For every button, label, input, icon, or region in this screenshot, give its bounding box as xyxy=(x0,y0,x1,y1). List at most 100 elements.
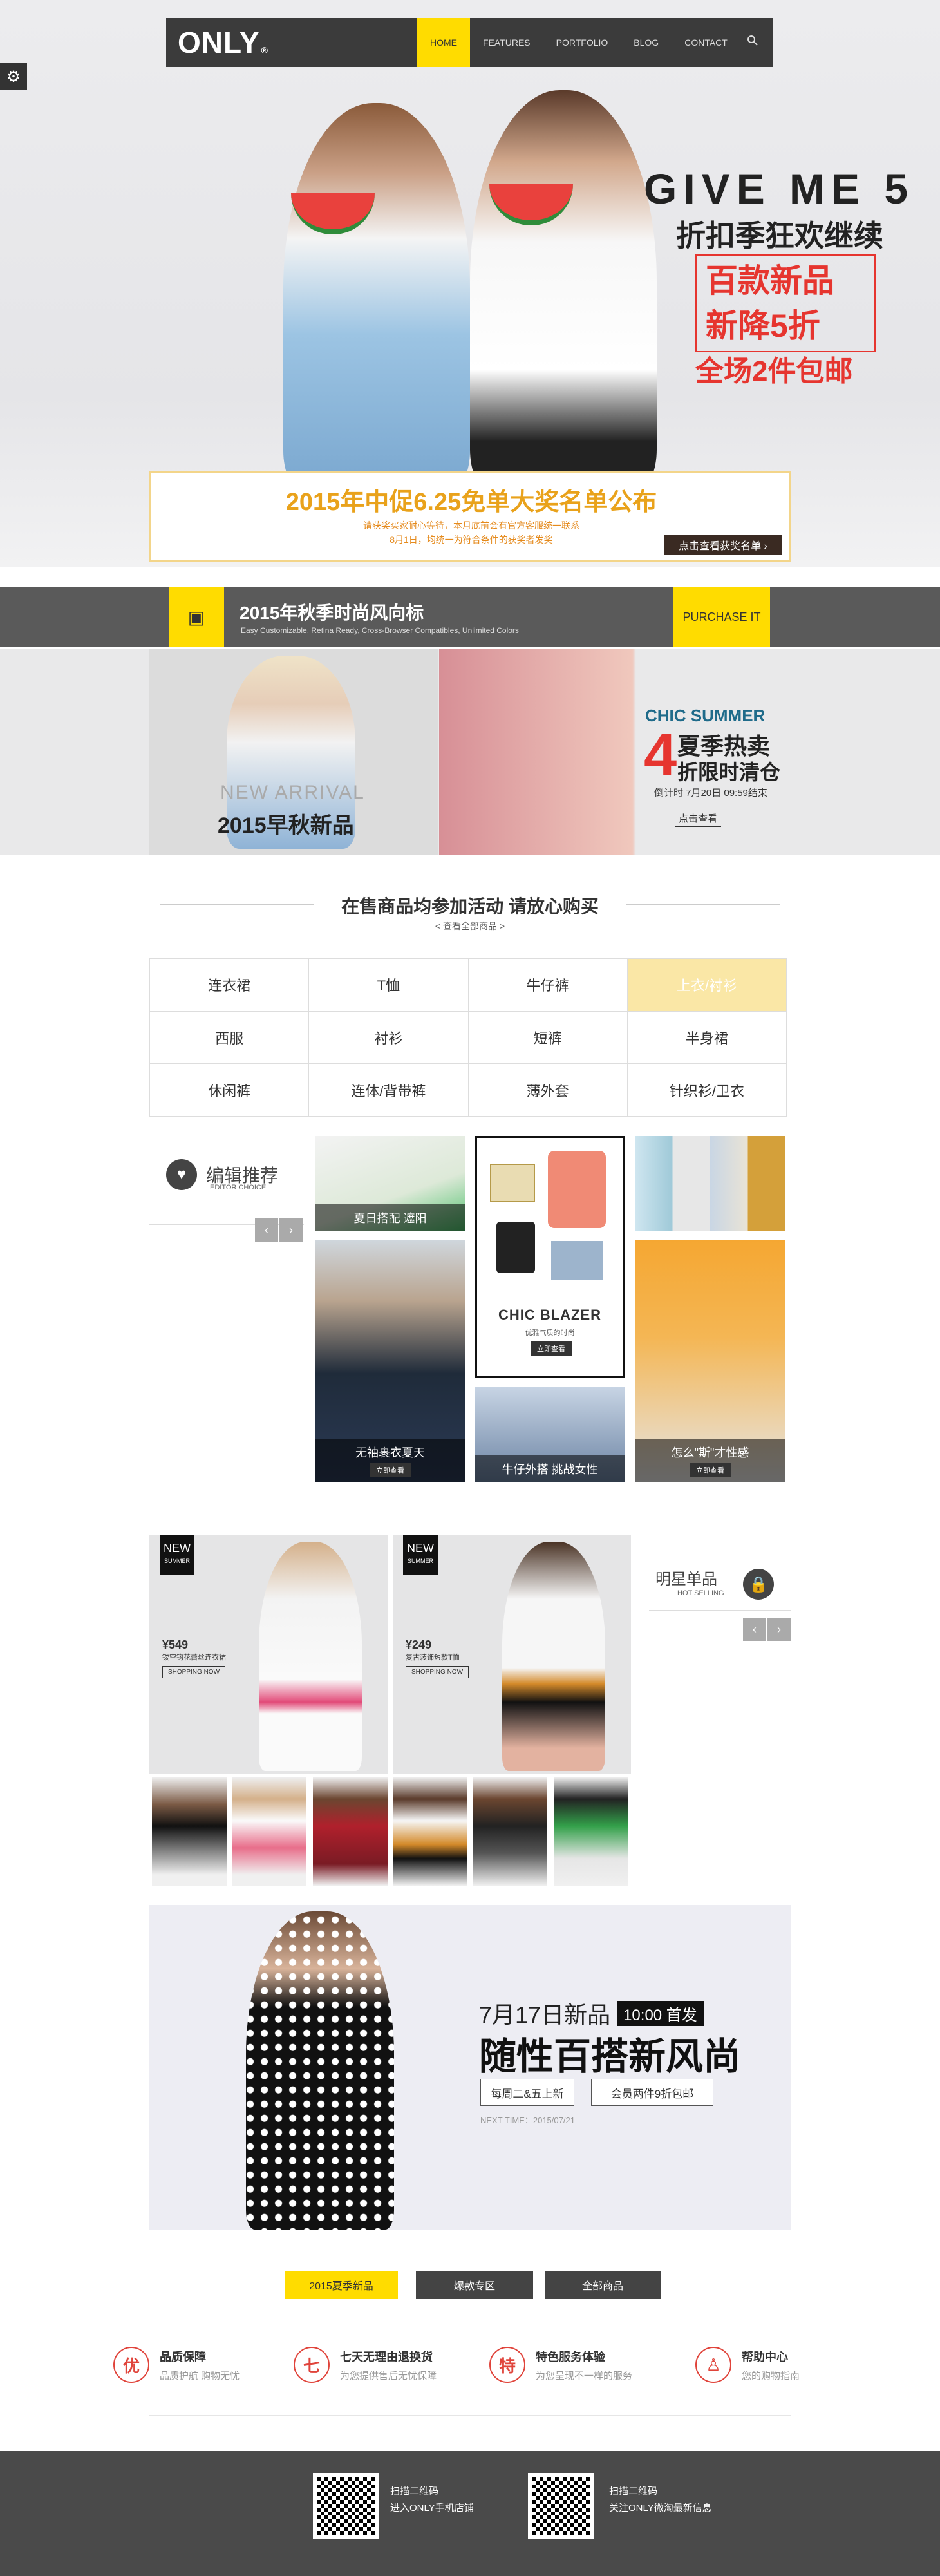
season-bar: ▣ 2015年秋季时尚风向标 Easy Customizable, Retina… xyxy=(0,587,940,647)
category-shorts[interactable]: 短裤 xyxy=(468,1011,628,1065)
purchase-button[interactable]: PURCHASE IT xyxy=(673,587,770,647)
editor-tile-3[interactable]: CHIC BLAZER 优雅气质的时尚 立即查看 xyxy=(475,1136,625,1378)
editor-tile-4-caption: 牛仔外搭 挑战女性 xyxy=(475,1455,625,1482)
banner-en-text: NEW ARRIVAL xyxy=(220,782,365,803)
category-jumpsuit[interactable]: 连体/背带裤 xyxy=(309,1064,469,1117)
editor-tile-2-button[interactable]: 立即查看 xyxy=(370,1463,411,1477)
quality-icon: 优 xyxy=(113,2347,149,2383)
nav-features[interactable]: FEATURES xyxy=(470,18,543,67)
category-knitwear[interactable]: 针织衫/卫衣 xyxy=(627,1064,787,1117)
service-title: 帮助中心 xyxy=(742,2350,788,2363)
service-sub: 您的购物指南 xyxy=(742,2370,800,2382)
banner-new-arrival[interactable]: NEW ARRIVAL 2015早秋新品 xyxy=(149,649,438,855)
category-casual-pants[interactable]: 休闲裤 xyxy=(150,1064,310,1117)
prev-arrow-icon[interactable]: ‹ xyxy=(255,1218,278,1242)
tab-summer-new[interactable]: 2015夏季新品 xyxy=(285,2271,398,2299)
tab-all-products[interactable]: 全部商品 xyxy=(545,2271,661,2299)
editor-tile-1[interactable]: 夏日搭配 遮阳 xyxy=(315,1136,465,1231)
category-title: 在售商品均参加活动 请放心购买 xyxy=(341,896,599,916)
category-tshirt[interactable]: T恤 xyxy=(309,959,469,1012)
services-divider xyxy=(149,2415,791,2416)
nav-portfolio[interactable]: PORTFOLIO xyxy=(543,18,621,67)
product-thumb[interactable] xyxy=(313,1777,388,1886)
shorts-image xyxy=(551,1241,603,1280)
service-help[interactable]: ♙ 帮助中心您的购物指南 xyxy=(695,2347,800,2383)
hot-divider xyxy=(649,1610,791,1611)
sale-countdown: 倒计时 7月20日 09:59结束 xyxy=(654,788,767,799)
tile-3-button[interactable]: 立即查看 xyxy=(531,1341,572,1356)
category-suit[interactable]: 西服 xyxy=(150,1011,310,1065)
category-shirt[interactable]: 衬衫 xyxy=(309,1011,469,1065)
editor-tile-1-caption: 夏日搭配 遮阳 xyxy=(315,1204,465,1231)
next-arrow-icon[interactable]: › xyxy=(279,1218,303,1242)
editor-tile-2[interactable]: 无袖裹衣夏天 立即查看 xyxy=(315,1240,465,1482)
promo-date: 7月17日新品 xyxy=(479,2002,611,2028)
tab-hot-zone[interactable]: 爆款专区 xyxy=(416,2271,533,2299)
box-icon: ▣ xyxy=(169,587,224,647)
hero-banner[interactable]: GIVE ME 5 折扣季狂欢继续 百款新品 新降5折 全场2件包邮 2015年… xyxy=(0,0,940,567)
product-thumb[interactable] xyxy=(393,1777,467,1886)
product-card-2[interactable]: NEW SUMMER ¥249 复古装饰短款T恤 SHOPPING NOW xyxy=(393,1535,631,1774)
hero-headline-en: GIVE ME 5 xyxy=(644,165,915,213)
category-jacket[interactable]: 薄外套 xyxy=(468,1064,628,1117)
editor-tile-6-caption: 怎么"斯"才性感 立即查看 xyxy=(635,1439,785,1482)
product-thumb[interactable] xyxy=(152,1777,227,1886)
shop-now-button[interactable]: SHOPPING NOW xyxy=(406,1666,469,1678)
tile-3-title: CHIC BLAZER xyxy=(498,1307,602,1323)
service-title: 特色服务体验 xyxy=(536,2350,605,2363)
hero-shipping: 全场2件包邮 xyxy=(695,355,853,387)
gear-icon[interactable]: ⚙ xyxy=(0,63,27,90)
footer-weitao-text: 扫描二维码 关注ONLY微淘最新信息 xyxy=(609,2486,712,2514)
hot-selling-sub: HOT SELLING xyxy=(677,1589,724,1597)
category-dress[interactable]: 连衣裙 xyxy=(150,959,310,1012)
hero-offer-box: 百款新品 新降5折 xyxy=(695,254,876,352)
view-winners-button[interactable]: 点击查看获奖名单 › xyxy=(664,535,782,555)
product-price: ¥249 xyxy=(406,1638,432,1651)
editor-tile-6[interactable]: 怎么"斯"才性感 立即查看 xyxy=(635,1240,785,1482)
editor-tile-6-button[interactable]: 立即查看 xyxy=(690,1463,731,1477)
service-sub: 品质护航 购物无忧 xyxy=(160,2370,240,2382)
weekly-new-button[interactable]: 每周二&五上新 xyxy=(480,2079,574,2106)
next-time: NEXT TIME：2015/07/21 xyxy=(480,2116,575,2125)
category-jeans[interactable]: 牛仔裤 xyxy=(468,959,628,1012)
service-return: 七 七天无理由退换货 为您提供售后无忧保障 xyxy=(294,2347,437,2383)
product-info: ¥249 复古装饰短款T恤 SHOPPING NOW xyxy=(406,1638,469,1678)
member-discount-button[interactable]: 会员两件9折包邮 xyxy=(591,2079,713,2106)
sale-view-button[interactable]: 点击查看 xyxy=(675,810,722,827)
qr-code-icon xyxy=(313,2473,379,2539)
editor-tile-5[interactable] xyxy=(635,1136,785,1231)
shoes-image xyxy=(496,1222,535,1273)
product-image xyxy=(502,1542,605,1771)
product-thumb[interactable] xyxy=(232,1777,306,1886)
blazer-image xyxy=(548,1151,606,1228)
help-person-icon: ♙ xyxy=(695,2347,731,2383)
heart-icon: ♥ xyxy=(166,1159,197,1190)
footer-shop-text: 扫描二维码 进入ONLY手机店铺 xyxy=(390,2486,474,2514)
view-all-link[interactable]: < 查看全部商品 > xyxy=(0,920,940,933)
nav-blog[interactable]: BLOG xyxy=(621,18,672,67)
next-arrow-icon[interactable]: › xyxy=(767,1618,791,1641)
prev-arrow-icon[interactable]: ‹ xyxy=(743,1618,766,1641)
editor-tile-4[interactable]: 牛仔外搭 挑战女性 xyxy=(475,1387,625,1482)
product-card-1[interactable]: NEW SUMMER ¥549 镂空钩花蕾丝连衣裙 SHOPPING NOW xyxy=(149,1535,388,1774)
product-image xyxy=(259,1542,362,1771)
product-thumb[interactable] xyxy=(473,1777,547,1886)
brand-logo[interactable]: ONLY ® xyxy=(166,18,321,67)
banner-summer-sale[interactable]: CHIC SUMMER 4 夏季热卖 折限时清仓 倒计时 7月20日 09:59… xyxy=(439,649,791,855)
editor-carousel-controls: ‹ › xyxy=(255,1218,303,1242)
category-skirt[interactable]: 半身裙 xyxy=(627,1011,787,1065)
bag-icon: 🔒 xyxy=(743,1569,774,1600)
category-tops[interactable]: 上衣/衬衫 xyxy=(627,959,787,1012)
shop-now-button[interactable]: SHOPPING NOW xyxy=(162,1666,226,1678)
nav-contact[interactable]: CONTACT xyxy=(672,18,740,67)
hero-offer-line2: 新降5折 xyxy=(706,308,820,344)
product-thumb[interactable] xyxy=(554,1777,628,1886)
special-icon: 特 xyxy=(489,2347,525,2383)
main-nav: HOME FEATURES PORTFOLIO BLOG CONTACT xyxy=(417,18,740,67)
season-subtitle: Easy Customizable, Retina Ready, Cross-B… xyxy=(241,626,519,635)
season-title: 2015年秋季时尚风向标 xyxy=(240,603,424,623)
nav-home[interactable]: HOME xyxy=(417,18,470,67)
promo-title: 随性百搭新风尚 xyxy=(479,2036,741,2078)
search-icon[interactable] xyxy=(747,35,758,50)
service-title: 七天无理由退换货 xyxy=(340,2350,433,2363)
